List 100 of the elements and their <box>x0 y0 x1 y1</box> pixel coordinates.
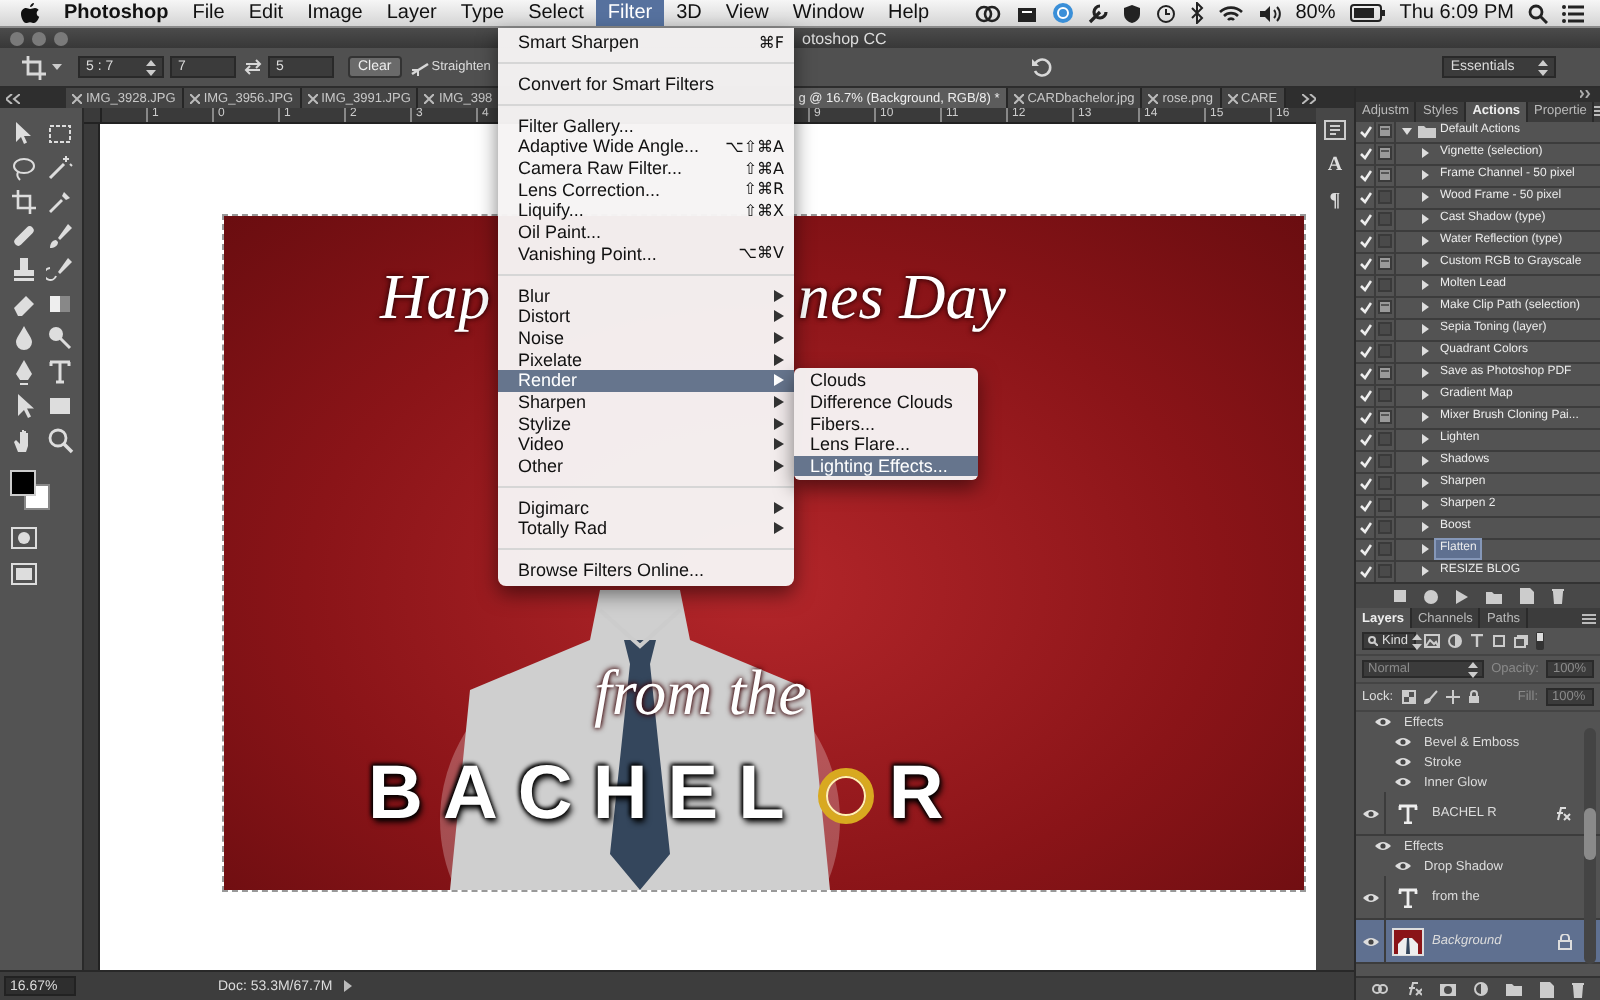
menu-item[interactable]: Select <box>516 0 596 26</box>
fx-icon[interactable] <box>1554 805 1572 821</box>
checkmark-icon[interactable] <box>1359 499 1371 512</box>
dodge-icon[interactable] <box>46 324 74 352</box>
menu-item[interactable]: Help <box>875 0 942 26</box>
dialog-toggle-icon[interactable] <box>1378 300 1392 315</box>
dialog-toggle-icon[interactable] <box>1378 432 1392 447</box>
disclosure-triangle-icon[interactable] <box>1402 126 1412 137</box>
fx-icon[interactable] <box>1406 982 1422 996</box>
disclosure-triangle-icon[interactable] <box>1420 192 1430 203</box>
close-icon[interactable] <box>189 93 200 103</box>
menu-item[interactable]: Other <box>498 455 794 477</box>
disclosure-triangle-icon[interactable] <box>1420 148 1430 159</box>
disclosure-triangle-icon[interactable] <box>1420 214 1430 225</box>
checkmark-icon[interactable] <box>1359 257 1371 270</box>
disclosure-triangle-icon[interactable] <box>1420 522 1430 533</box>
eye-icon[interactable] <box>1393 860 1411 872</box>
checkmark-icon[interactable] <box>1359 389 1371 402</box>
disclosure-triangle-icon[interactable] <box>1420 566 1430 577</box>
checkmark-icon[interactable] <box>1359 543 1371 556</box>
dialog-toggle-icon[interactable] <box>1378 542 1392 557</box>
menu-item[interactable]: Liquify... ⇧⌘X <box>498 200 794 222</box>
menu-item[interactable]: Type <box>448 0 517 26</box>
eraser-icon[interactable] <box>10 290 38 318</box>
dock-panel-button[interactable]: ¶ <box>1329 192 1341 212</box>
checkmark-icon[interactable] <box>1359 279 1371 292</box>
adjustment-filter-icon[interactable] <box>1448 634 1462 648</box>
submenu-item[interactable]: Clouds <box>794 369 978 392</box>
checkmark-icon[interactable] <box>1359 213 1371 226</box>
eye-icon[interactable] <box>1361 807 1379 819</box>
apple-icon[interactable] <box>20 1 40 25</box>
close-icon[interactable] <box>1148 93 1159 103</box>
menu-item[interactable]: Smart Sharpen ⌘F <box>498 32 794 54</box>
expand-icon[interactable] <box>1301 93 1316 103</box>
menu-item[interactable]: Sharpen <box>498 391 794 413</box>
close-icon[interactable] <box>424 93 435 103</box>
scroll-bar[interactable] <box>1584 728 1596 964</box>
close-icon[interactable] <box>72 93 82 103</box>
menu-item[interactable]: Convert for Smart Filters <box>498 73 794 95</box>
menu-item[interactable]: Noise <box>498 327 794 349</box>
gradient-icon[interactable] <box>46 290 74 318</box>
checkmark-icon[interactable] <box>1359 433 1371 446</box>
panel-menu-icon[interactable] <box>1582 613 1596 623</box>
dialog-toggle-icon[interactable] <box>1378 520 1392 535</box>
dialog-toggle-icon[interactable] <box>1378 476 1392 491</box>
checkmark-icon[interactable] <box>1359 565 1371 578</box>
pen-icon[interactable] <box>10 358 38 386</box>
crop-icon[interactable] <box>10 188 38 216</box>
folder-icon[interactable] <box>1485 589 1501 604</box>
dialog-toggle-icon[interactable] <box>1378 212 1392 227</box>
volume-icon[interactable] <box>1257 3 1282 23</box>
zoom-icon[interactable] <box>46 426 74 454</box>
sync-icon[interactable] <box>1051 2 1074 24</box>
close-icon[interactable] <box>1227 93 1238 103</box>
history-icon[interactable] <box>1324 120 1346 140</box>
dialog-toggle-icon[interactable] <box>1378 234 1392 249</box>
stop-icon[interactable] <box>1393 590 1405 603</box>
dialog-toggle-icon[interactable] <box>1378 410 1392 425</box>
crop-icon[interactable] <box>22 55 46 79</box>
link-icon[interactable] <box>1372 984 1388 994</box>
menu-item[interactable]: Digimarc <box>498 496 794 519</box>
new-item-icon[interactable] <box>1519 588 1533 605</box>
search-icon[interactable] <box>1528 3 1548 23</box>
list-icon[interactable] <box>1562 3 1584 23</box>
play-icon[interactable] <box>1455 589 1467 604</box>
eyedropper-icon[interactable] <box>46 188 74 216</box>
menu-item[interactable]: Photoshop <box>52 0 181 26</box>
menu-item[interactable]: Camera Raw Filter... ⇧⌘A <box>498 157 794 179</box>
eye-icon[interactable] <box>1361 935 1379 947</box>
drop-icon[interactable] <box>10 324 38 352</box>
dialog-toggle-icon[interactable] <box>1378 498 1392 513</box>
trash-icon[interactable] <box>1572 981 1584 997</box>
new-layer-icon[interactable] <box>1540 981 1554 997</box>
disclosure-triangle-icon[interactable] <box>1420 324 1430 335</box>
disclosure-triangle-icon[interactable] <box>1420 434 1430 445</box>
dialog-toggle-icon[interactable] <box>1378 278 1392 293</box>
smart-object-filter-icon[interactable] <box>1514 634 1528 648</box>
brush-icon[interactable] <box>46 222 74 250</box>
dialog-toggle-icon[interactable] <box>1378 124 1392 139</box>
disclosure-triangle-icon[interactable] <box>1420 302 1430 313</box>
menu-item[interactable]: Adaptive Wide Angle... ⌥⇧⌘A <box>498 136 794 158</box>
disclosure-triangle-icon[interactable] <box>1420 456 1430 467</box>
submenu-item[interactable]: Fibers... <box>794 412 978 434</box>
dialog-toggle-icon[interactable] <box>1378 564 1392 579</box>
color-swatches-icon[interactable] <box>10 470 50 510</box>
eye-icon[interactable] <box>1361 891 1379 903</box>
disclosure-triangle-icon[interactable] <box>1420 236 1430 247</box>
checkmark-icon[interactable] <box>1359 323 1371 336</box>
lock-pixels-icon[interactable] <box>1401 690 1416 704</box>
dialog-toggle-icon[interactable] <box>1378 344 1392 359</box>
menu-item[interactable]: Blur <box>498 284 794 306</box>
checkmark-icon[interactable] <box>1359 411 1371 424</box>
reset-rotate-icon[interactable] <box>1030 56 1053 78</box>
rectangle-icon[interactable] <box>46 392 74 420</box>
history-brush-icon[interactable] <box>46 256 74 284</box>
swap-icon[interactable] <box>244 58 262 76</box>
marquee-icon[interactable] <box>46 120 74 148</box>
menu-item[interactable]: File <box>180 0 237 26</box>
eye-icon[interactable] <box>1393 756 1411 768</box>
lock-icon[interactable] <box>1558 933 1572 949</box>
